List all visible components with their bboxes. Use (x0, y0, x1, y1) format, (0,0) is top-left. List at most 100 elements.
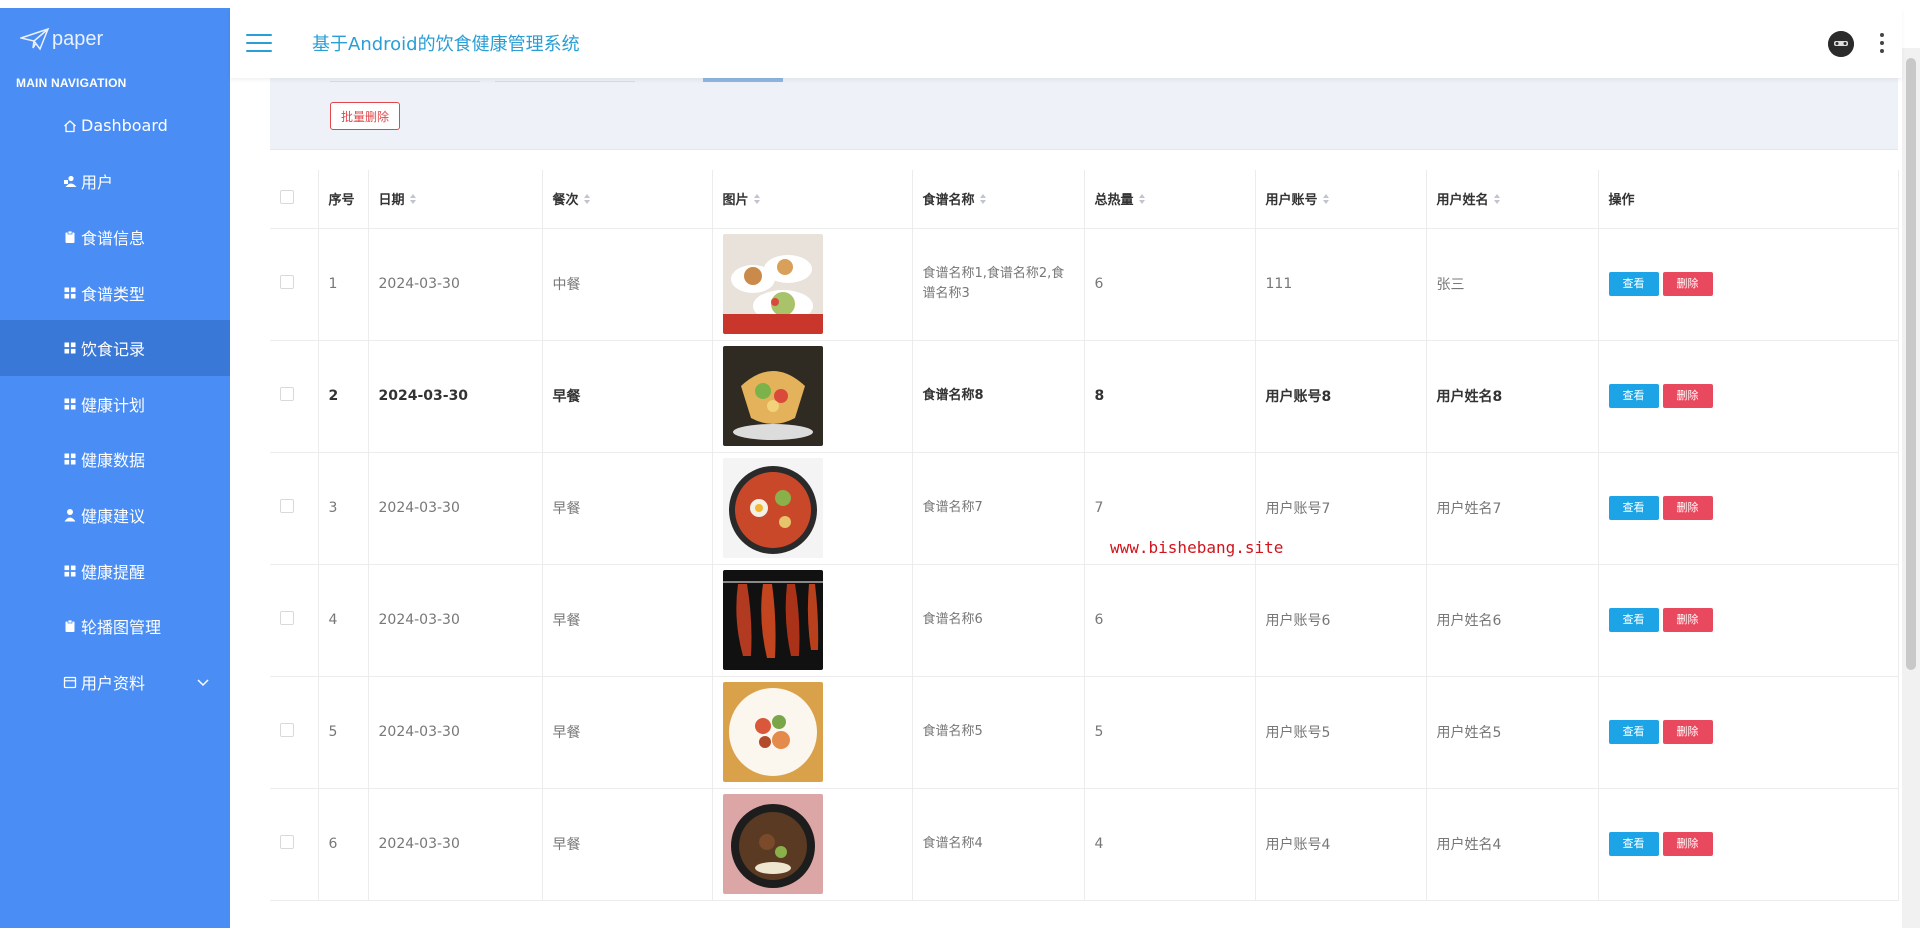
view-button[interactable]: 查看 (1608, 384, 1659, 408)
cell-name: 用户姓名6 (1426, 564, 1599, 677)
sidebar-item-label: 健康数据 (81, 451, 146, 471)
row-checkbox[interactable] (280, 723, 294, 737)
sidebar-item-0[interactable]: Dashboard (0, 98, 230, 154)
sidebar-item-label: 用户 (81, 173, 114, 193)
row-select-cell[interactable] (270, 676, 319, 789)
home-icon (63, 119, 77, 133)
delete-button[interactable]: 删除 (1662, 608, 1713, 632)
col-date[interactable]: 日期 (368, 170, 543, 229)
cell-actions: 查看 删除 (1598, 788, 1899, 901)
view-button[interactable]: 查看 (1608, 720, 1659, 744)
nav-menu: Dashboard 用户食谱信息食谱类型 饮食记录 健康计划健康数据健康建议 健康提醒轮… (0, 98, 264, 710)
sidebar-item-1[interactable]: 用户 (0, 154, 230, 210)
table-row[interactable]: 3 2024-03-30 早餐 食谱名称7 7 用户账号7 用户姓名7 查看 删除 (270, 452, 1899, 565)
table-row[interactable]: 2 2024-03-30 早餐 食谱名称8 8 用户账号8 用户姓名8 查看 删除 (270, 340, 1899, 453)
sidebar-item-3[interactable]: 食谱类型 (0, 265, 230, 321)
view-button[interactable]: 查看 (1608, 496, 1659, 520)
row-select-cell[interactable] (270, 228, 319, 341)
menu-toggle-icon[interactable] (246, 34, 272, 52)
table-row[interactable]: 4 2024-03-30 早餐 食谱名称6 6 用户账号6 用户姓名6 查看 删除 (270, 564, 1899, 677)
food-thumbnail[interactable] (722, 570, 902, 670)
col-calories[interactable]: 总热量 (1084, 170, 1256, 229)
sidebar-item-9[interactable]: 轮播图管理 (0, 598, 230, 654)
sidebar-item-label: 用户资料 (81, 673, 146, 693)
cell-date: 2024-03-30 (368, 564, 543, 677)
search-field-partial[interactable] (330, 78, 480, 82)
sidebar-item-6[interactable]: 健康数据 (0, 432, 230, 488)
user-avatar[interactable] (1828, 31, 1854, 57)
sort-icon[interactable] (409, 193, 417, 209)
delete-button[interactable]: 删除 (1662, 832, 1713, 856)
view-button[interactable]: 查看 (1608, 832, 1659, 856)
sidebar-item-5[interactable]: 健康计划 (0, 376, 230, 432)
view-button[interactable]: 查看 (1608, 272, 1659, 296)
food-thumbnail[interactable] (722, 682, 902, 782)
food-thumbnail[interactable] (722, 346, 902, 446)
food-thumbnail[interactable] (722, 458, 902, 558)
cell-calories: 6 (1084, 228, 1256, 341)
row-checkbox[interactable] (280, 611, 294, 625)
delete-button[interactable]: 删除 (1662, 384, 1713, 408)
row-select-cell[interactable] (270, 452, 319, 565)
row-checkbox[interactable] (280, 275, 294, 289)
table-row[interactable]: 6 2024-03-30 早餐 食谱名称4 4 用户账号4 用户姓名4 查看 删除 (270, 788, 1899, 901)
cell-recipe: 食谱名称1,食谱名称2,食谱名称3 (912, 228, 1085, 341)
cell-name: 用户姓名5 (1426, 676, 1599, 789)
sort-icon[interactable] (1138, 193, 1146, 209)
cell-image (712, 228, 913, 341)
row-checkbox[interactable] (280, 835, 294, 849)
sidebar-item-label: 食谱信息 (81, 228, 146, 248)
row-checkbox[interactable] (280, 387, 294, 401)
search-field-partial[interactable] (495, 78, 635, 82)
row-select-cell[interactable] (270, 564, 319, 677)
delete-button[interactable]: 删除 (1662, 272, 1713, 296)
sort-icon[interactable] (583, 193, 591, 209)
cell-index: 4 (318, 564, 369, 677)
food-thumbnail[interactable] (722, 794, 902, 894)
select-all-cell[interactable] (270, 170, 319, 229)
row-select-cell[interactable] (270, 788, 319, 901)
col-image[interactable]: 图片 (712, 170, 913, 229)
sidebar-item-4[interactable]: 饮食记录 (0, 320, 264, 376)
select-all-checkbox[interactable] (280, 189, 294, 204)
brand-logo[interactable]: paper (0, 8, 230, 70)
sort-icon[interactable] (1322, 193, 1330, 209)
app-root: paper MAIN NAVIGATION Dashboard 用户 食谱信息 食谱类… (0, 0, 1920, 928)
food-thumbnail[interactable] (722, 234, 902, 334)
vertical-scrollbar[interactable] (1902, 48, 1920, 928)
delete-button[interactable]: 删除 (1662, 720, 1713, 744)
sidebar-item-7[interactable]: 健康建议 (0, 487, 230, 543)
sidebar-item-label: Dashboard (81, 116, 168, 136)
col-account[interactable]: 用户账号 (1255, 170, 1427, 229)
cell-name: 用户姓名7 (1426, 452, 1599, 565)
col-name[interactable]: 用户姓名 (1426, 170, 1599, 229)
cell-date: 2024-03-30 (368, 676, 543, 789)
scrollbar-thumb[interactable] (1906, 58, 1916, 670)
brand-name: paper (52, 27, 104, 50)
cell-name: 张三 (1426, 228, 1599, 341)
cell-account: 用户账号8 (1255, 340, 1427, 453)
chevron-down-icon[interactable] (196, 672, 210, 691)
sort-icon[interactable] (753, 193, 761, 209)
more-options-icon[interactable] (1880, 33, 1884, 53)
sidebar-item-10[interactable]: 用户资料 (0, 654, 230, 710)
sort-icon[interactable] (979, 193, 987, 209)
delete-button[interactable]: 删除 (1662, 496, 1713, 520)
sort-icon[interactable] (1493, 193, 1501, 209)
row-select-cell[interactable] (270, 340, 319, 453)
view-button[interactable]: 查看 (1608, 608, 1659, 632)
table-row[interactable]: 1 2024-03-30 中餐 食谱名称1,食谱名称2,食谱名称3 6 111 张三 查看 删除 (270, 228, 1899, 341)
cell-date: 2024-03-30 (368, 452, 543, 565)
batch-delete-button[interactable]: 批量删除 (330, 102, 401, 130)
search-button-partial[interactable] (703, 78, 783, 82)
row-checkbox[interactable] (280, 499, 294, 513)
clipboard-icon (63, 230, 77, 244)
col-meal[interactable]: 餐次 (542, 170, 713, 229)
cell-date: 2024-03-30 (368, 228, 543, 341)
sidebar-item-2[interactable]: 食谱信息 (0, 209, 230, 265)
cell-actions: 查看 删除 (1598, 340, 1899, 453)
col-recipe[interactable]: 食谱名称 (912, 170, 1085, 229)
cell-recipe: 食谱名称7 (912, 452, 1085, 565)
sidebar-item-8[interactable]: 健康提醒 (0, 543, 230, 599)
table-row[interactable]: 5 2024-03-30 早餐 食谱名称5 5 用户账号5 用户姓名5 查看 删除 (270, 676, 1899, 789)
